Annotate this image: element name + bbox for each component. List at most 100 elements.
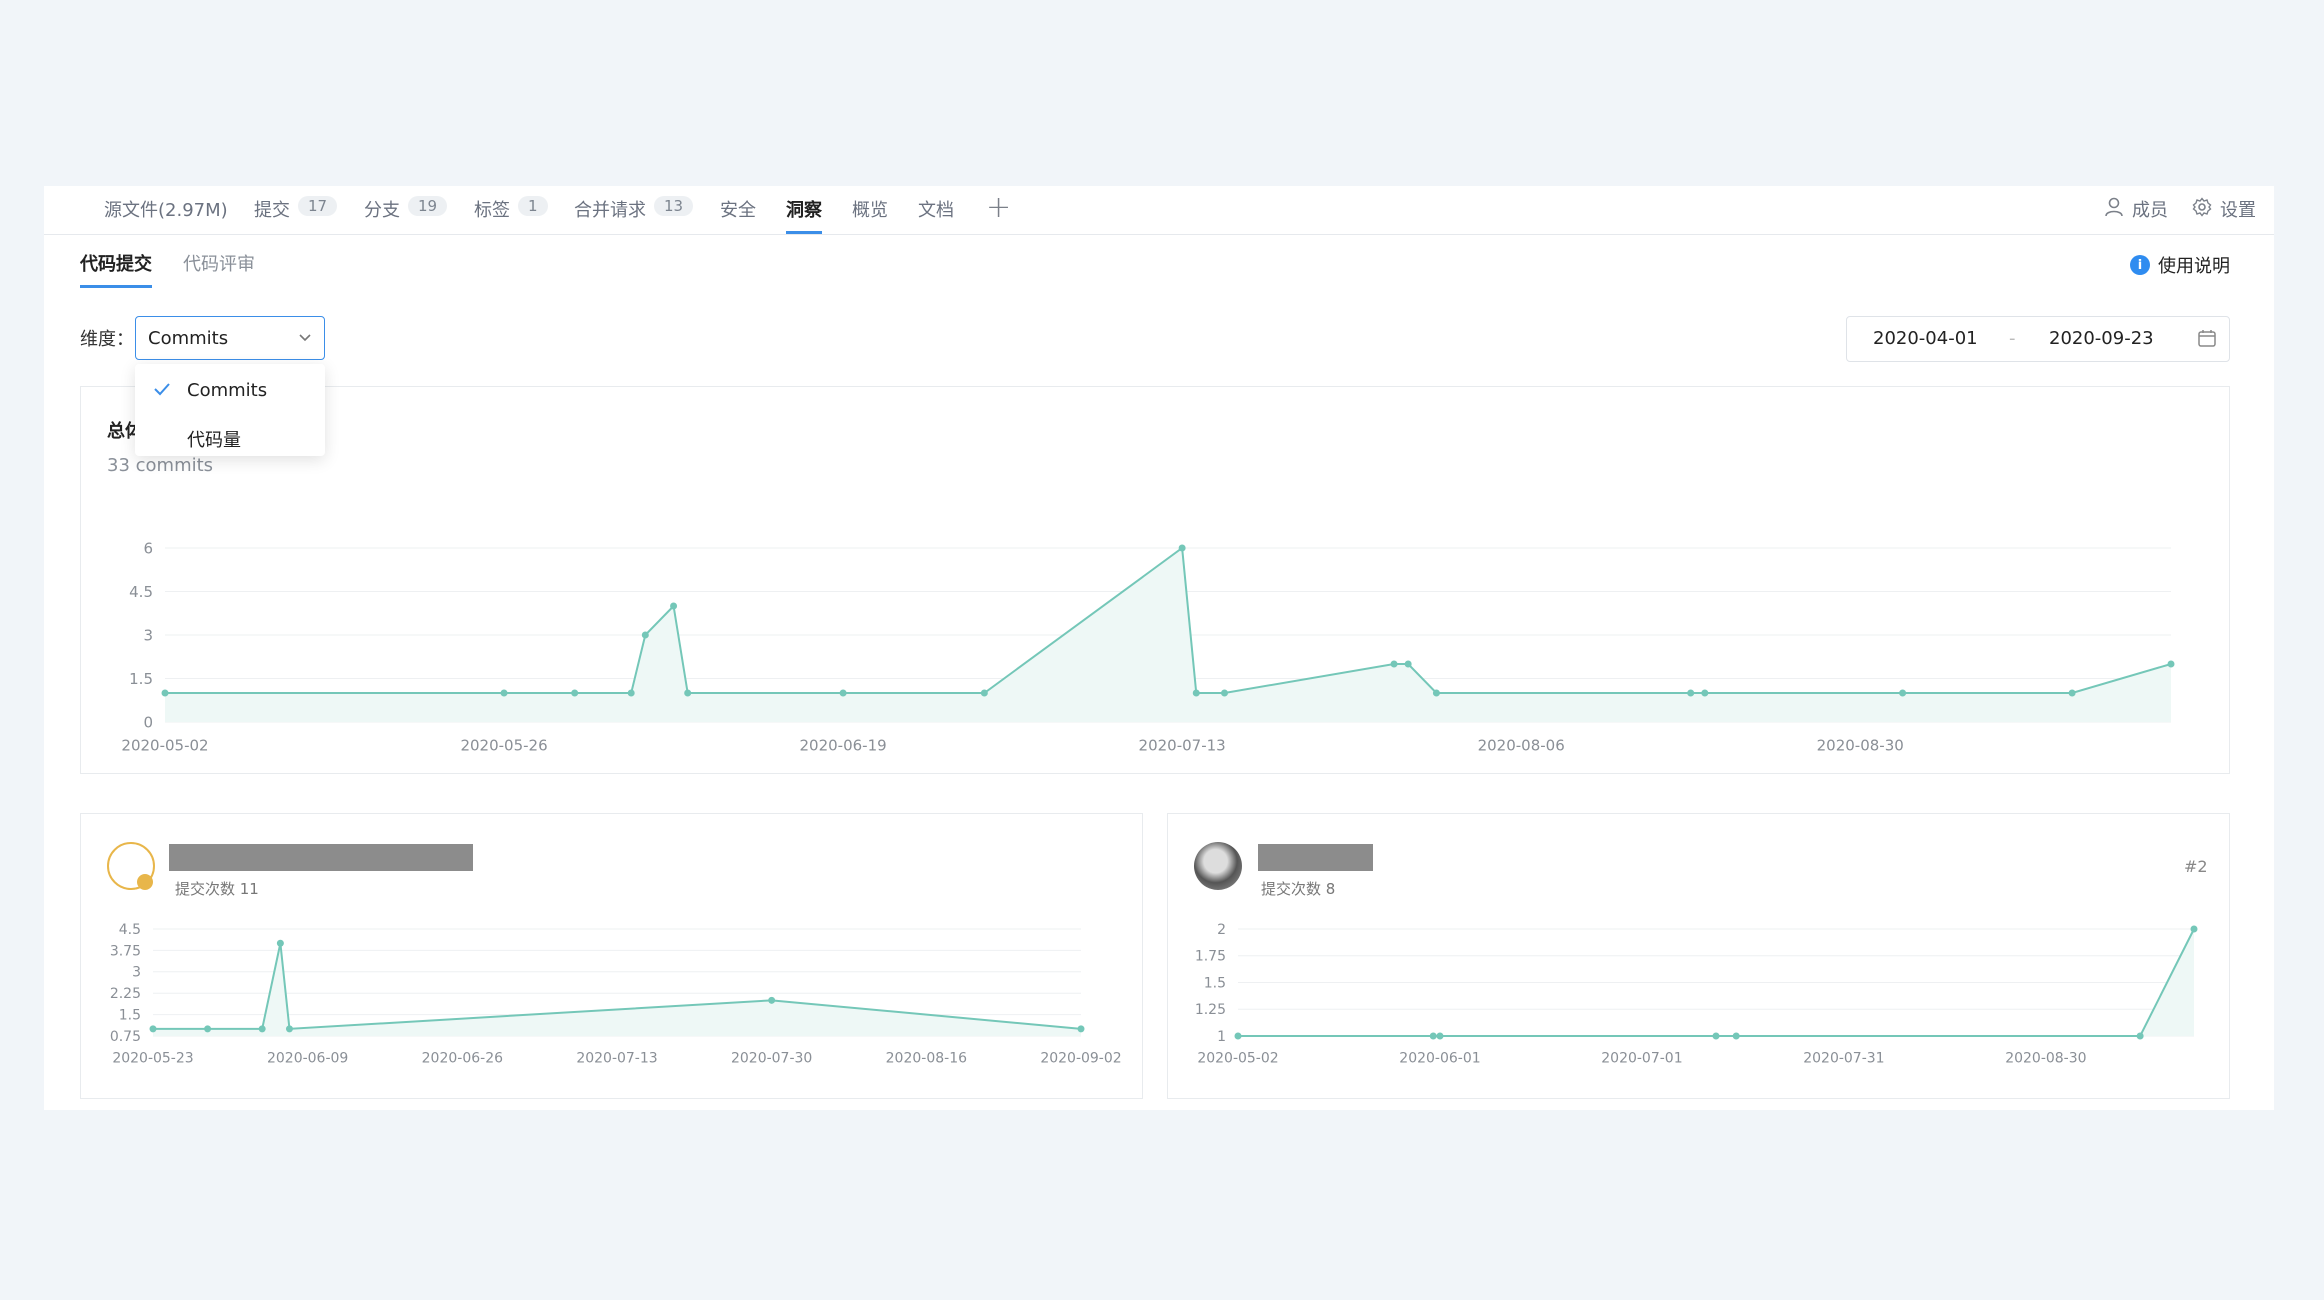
settings-link[interactable]: 设置 xyxy=(2192,196,2256,222)
data-point xyxy=(1192,689,1200,697)
contributor-commits-chart: 0.75 1.5 2.25 3 3.75 4.5 2020-05-23 2020-06-09 2… xyxy=(110,922,1122,1067)
data-point xyxy=(641,631,649,639)
data-point xyxy=(571,689,579,697)
date-range-picker[interactable]: 2020-04-01 - 2020-09-23 xyxy=(1846,316,2230,362)
tab-security[interactable]: 安全 xyxy=(720,196,756,234)
data-point xyxy=(627,689,635,697)
tab-label: 概览 xyxy=(852,200,888,221)
x-tick-label: 2020-05-23 xyxy=(112,1051,193,1067)
data-point xyxy=(980,689,988,697)
tab-insights[interactable]: 洞察 xyxy=(786,196,822,234)
y-tick-label: 1.75 xyxy=(1195,949,1226,965)
overview-commits-chart: 0 1.5 3 4.5 6 2020-05-02 2020-05-26 2020-06-19 2… xyxy=(121,539,2175,755)
x-tick-label: 2020-06-01 xyxy=(1399,1051,1480,1067)
data-point xyxy=(1687,689,1695,697)
data-point xyxy=(161,689,169,697)
y-tick-label: 1 xyxy=(1217,1029,1226,1045)
data-point xyxy=(839,689,847,697)
tab-label: 标签 xyxy=(474,200,510,221)
y-tick-label: 2.25 xyxy=(110,986,141,1002)
dropdown-option-commits[interactable]: Commits xyxy=(187,380,267,401)
tab-badge: 17 xyxy=(298,196,338,216)
y-tick-label: 1.25 xyxy=(1195,1002,1226,1018)
y-tick-label: 1.5 xyxy=(1204,975,1226,991)
y-tick-label: 1.5 xyxy=(129,670,153,688)
y-tick-label: 1.5 xyxy=(119,1008,141,1024)
x-tick-label: 2020-08-06 xyxy=(1478,737,1565,755)
x-tick-label: 2020-07-13 xyxy=(1139,737,1226,755)
y-tick-label: 0.75 xyxy=(110,1029,141,1045)
repo-nav: 源文件(2.97M) 提交 17 分支 19 标签 1 合并请求 13 安全 洞察 概览… xyxy=(44,186,2274,235)
data-point xyxy=(1436,1032,1444,1040)
data-point xyxy=(2167,660,2175,668)
help-label: 使用说明 xyxy=(2158,256,2230,277)
x-tick-label: 2020-09-02 xyxy=(1040,1051,1121,1067)
add-tab-button[interactable]: + xyxy=(986,190,1011,225)
info-icon: i xyxy=(2130,255,2150,275)
tab-badge: 13 xyxy=(654,196,694,216)
series-area xyxy=(153,943,1081,1036)
dimension-value: Commits xyxy=(148,327,229,349)
data-point xyxy=(1899,689,1907,697)
dimension-label: 维度： xyxy=(80,329,134,350)
y-tick-label: 2 xyxy=(1217,922,1226,938)
tab-merge-requests[interactable]: 合并请求 13 xyxy=(574,196,694,234)
x-tick-label: 2020-07-01 xyxy=(1601,1051,1682,1067)
members-link[interactable]: 成员 xyxy=(2104,196,2168,222)
x-tick-label: 2020-08-16 xyxy=(886,1051,967,1067)
tab-source-files[interactable]: 源文件(2.97M) xyxy=(104,196,228,234)
dropdown-option-code-volume[interactable]: 代码量 xyxy=(187,426,241,452)
x-tick-label: 2020-05-02 xyxy=(121,737,208,755)
tab-commits[interactable]: 提交 17 xyxy=(254,196,338,234)
data-point xyxy=(276,939,284,947)
help-link[interactable]: i 使用说明 xyxy=(2130,252,2230,278)
data-point xyxy=(768,996,776,1004)
data-point xyxy=(1701,689,1709,697)
contributor-commits-chart: 1 1.25 1.5 1.75 2 2020-05-02 2020-06-01 2020-07… xyxy=(1195,922,2198,1067)
tab-tags[interactable]: 标签 1 xyxy=(474,196,548,234)
date-separator: - xyxy=(2009,328,2016,349)
data-point xyxy=(204,1025,212,1033)
data-point xyxy=(1234,1032,1242,1040)
tab-label: 合并请求 xyxy=(574,200,646,221)
dimension-select[interactable]: Commits xyxy=(135,316,325,360)
dimension-dropdown-menu: Commits 代码量 xyxy=(135,364,325,456)
data-point xyxy=(1432,689,1440,697)
tab-label: 文档 xyxy=(918,200,954,221)
members-label: 成员 xyxy=(2132,200,2168,221)
y-tick-label: 0 xyxy=(143,713,153,731)
x-tick-label: 2020-06-19 xyxy=(799,737,886,755)
data-point xyxy=(1732,1032,1740,1040)
tab-badge: 19 xyxy=(408,196,448,216)
data-point xyxy=(1429,1032,1437,1040)
data-point xyxy=(1390,660,1398,668)
contributor-card: 提交次数 8 #2 1 1.25 1.5 1.75 2 2020-05-02 2020-06… xyxy=(1167,813,2230,1099)
calendar-icon xyxy=(2197,328,2217,353)
subtab-code-review[interactable]: 代码评审 xyxy=(183,250,255,288)
y-tick-label: 4.5 xyxy=(119,922,141,938)
x-tick-label: 2020-07-30 xyxy=(731,1051,812,1067)
insights-panel: 源文件(2.97M) 提交 17 分支 19 标签 1 合并请求 13 安全 洞察 概览… xyxy=(44,186,2274,1110)
date-end: 2020-09-23 xyxy=(2049,328,2154,349)
data-point xyxy=(500,689,508,697)
tab-docs[interactable]: 文档 xyxy=(918,196,954,234)
y-tick-label: 3.75 xyxy=(110,943,141,959)
x-tick-label: 2020-05-02 xyxy=(1197,1051,1278,1067)
tab-overview[interactable]: 概览 xyxy=(852,196,888,234)
data-point xyxy=(258,1025,266,1033)
data-point xyxy=(1404,660,1412,668)
x-tick-label: 2020-08-30 xyxy=(1817,737,1904,755)
x-tick-label: 2020-06-09 xyxy=(267,1051,348,1067)
x-tick-label: 2020-07-13 xyxy=(576,1051,657,1067)
data-point xyxy=(1712,1032,1720,1040)
chevron-down-icon xyxy=(298,328,312,349)
subtab-code-commits[interactable]: 代码提交 xyxy=(80,250,152,288)
tab-label: 源文件(2.97M) xyxy=(104,200,228,221)
data-point xyxy=(670,602,678,610)
tab-branches[interactable]: 分支 19 xyxy=(364,196,448,234)
data-point xyxy=(2068,689,2076,697)
tab-label: 分支 xyxy=(364,200,400,221)
data-point xyxy=(1178,544,1186,552)
overview-card: 总体 33 commits 0 1.5 3 4.5 6 2020-05-02 2020-05… xyxy=(80,386,2230,774)
tab-label: 洞察 xyxy=(786,200,822,221)
